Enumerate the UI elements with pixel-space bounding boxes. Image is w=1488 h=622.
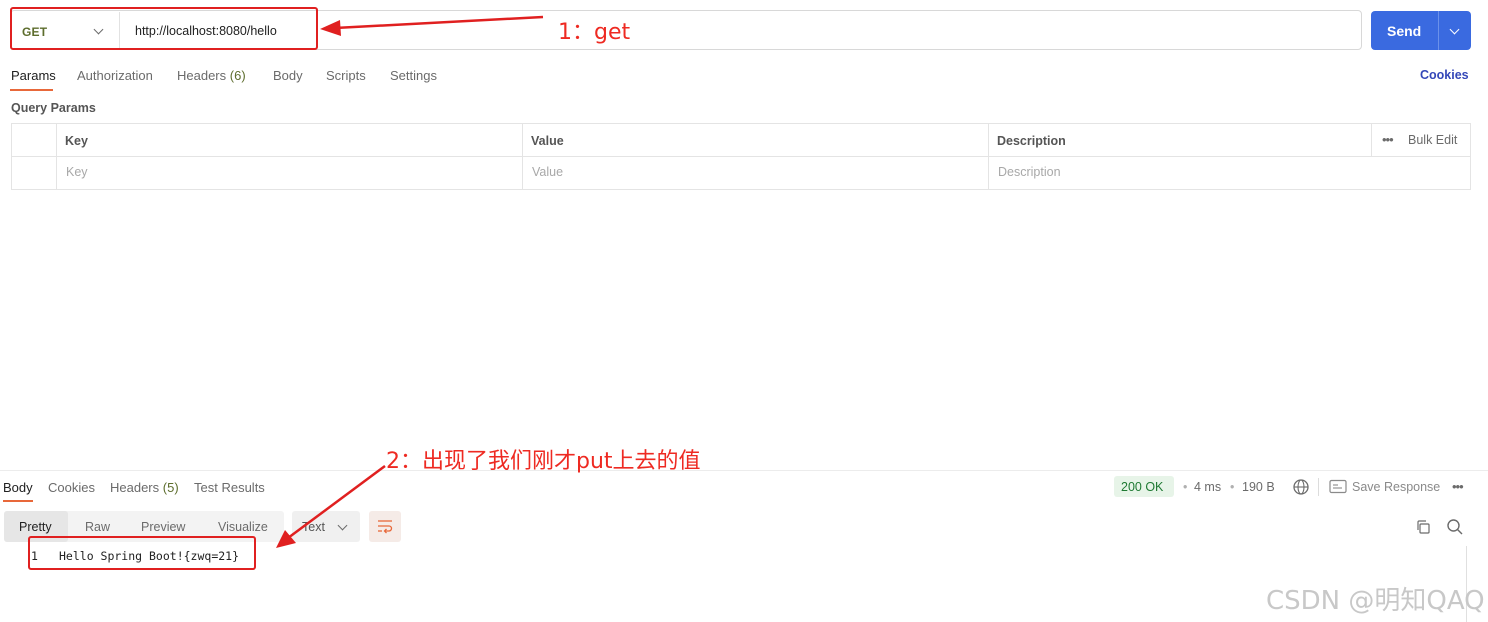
tab-params[interactable]: Params [11,68,56,83]
response-headers-count: (5) [162,480,179,495]
annotation-note-1: 1：get [558,20,631,45]
view-mode-raw[interactable]: Raw [85,520,110,534]
table-column-divider [988,124,989,189]
tab-headers-count: (6) [229,68,246,83]
view-mode-pretty[interactable]: Pretty [19,520,52,534]
annotation-note-2: 2：出现了我们刚才put上去的值 [386,449,701,474]
more-options-icon[interactable]: ••• [1382,132,1394,147]
save-response-icon [1329,479,1347,494]
globe-icon[interactable] [1292,478,1310,496]
copy-icon[interactable] [1415,519,1431,535]
view-mode-visualize[interactable]: Visualize [218,520,268,534]
value-input[interactable]: Value [532,165,563,179]
watermark: CSDN @明知QAQ [1266,586,1485,616]
tab-authorization[interactable]: Authorization [77,68,153,83]
column-header-key: Key [65,134,88,148]
cookies-link[interactable]: Cookies [1420,68,1469,82]
response-tab-headers-label: Headers [110,480,160,495]
column-header-description: Description [997,134,1066,148]
key-input[interactable]: Key [66,165,88,179]
response-size: 190 B [1242,480,1275,494]
meta-separator: • [1230,480,1235,494]
format-select-label: Text [302,520,325,534]
tab-params-underline [10,89,53,91]
tab-headers[interactable]: Headers (6) [177,68,246,83]
tab-settings[interactable]: Settings [390,68,437,83]
table-column-divider [522,124,523,189]
description-input[interactable]: Description [998,165,1061,179]
response-time: 4 ms [1194,480,1222,494]
send-button-label: Send [1387,23,1422,39]
meta-divider [1318,478,1319,496]
table-column-divider [1371,124,1372,156]
annotation-box-url [10,7,318,50]
tab-headers-label: Headers [177,68,227,83]
table-header-divider [11,156,1471,157]
status-label: 200 OK [1121,480,1164,494]
response-tab-cookies[interactable]: Cookies [48,480,95,495]
meta-separator: • [1183,480,1188,494]
response-divider [0,470,1488,471]
response-tab-test-results[interactable]: Test Results [194,480,265,495]
tab-body[interactable]: Body [273,68,303,83]
bulk-edit-button[interactable]: Bulk Edit [1408,133,1457,147]
wrap-lines-icon [378,520,393,534]
send-divider [1438,11,1439,50]
tab-scripts[interactable]: Scripts [326,68,366,83]
annotation-box-response [28,536,256,570]
table-column-divider [56,124,57,189]
response-more-icon[interactable]: ••• [1452,479,1464,494]
response-tab-body[interactable]: Body [3,480,33,495]
query-params-title: Query Params [11,101,96,115]
response-tab-underline [3,500,33,502]
view-mode-preview[interactable]: Preview [141,520,185,534]
search-icon[interactable] [1446,518,1464,536]
column-header-value: Value [531,134,564,148]
response-tab-headers[interactable]: Headers (5) [110,480,179,495]
save-response-button[interactable]: Save Response [1352,480,1440,494]
